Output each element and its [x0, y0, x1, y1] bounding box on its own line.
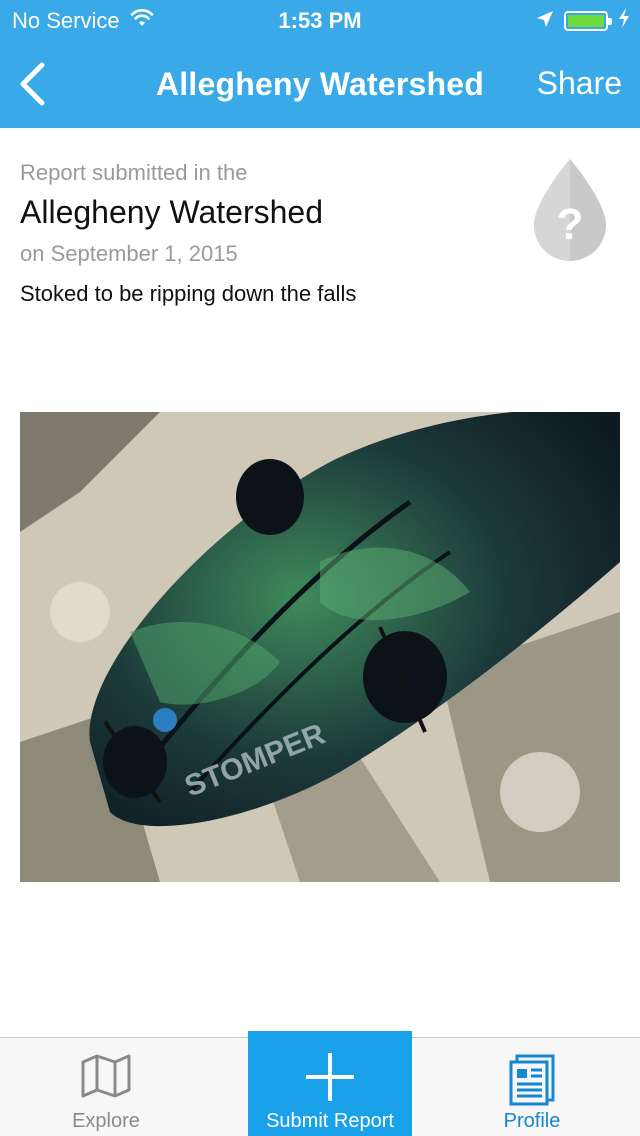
tab-profile[interactable]: Profile: [450, 1038, 614, 1136]
battery-icon: [564, 11, 612, 31]
tab-explore-label: Explore: [72, 1110, 140, 1132]
charging-bolt-icon: [618, 8, 630, 34]
tab-submit-report[interactable]: Submit Report: [248, 1031, 412, 1136]
location-arrow-icon: [536, 8, 554, 34]
svg-text:?: ?: [557, 200, 584, 249]
plus-icon: [306, 1053, 354, 1101]
tab-submit-report-label: Submit Report: [266, 1110, 394, 1132]
status-bar: No Service 1:53 PM: [0, 0, 640, 40]
tab-profile-label: Profile: [503, 1110, 561, 1132]
tab-bar: Explore Submit Report Profile: [0, 1031, 640, 1136]
status-right: [536, 8, 630, 34]
navigation-bar: Allegheny Watershed Share: [0, 40, 640, 128]
report-text: Stoked to be ripping down the falls: [20, 281, 357, 306]
report-screen: No Service 1:53 PM Allegheny Watershed S…: [0, 0, 640, 1136]
map-icon: [81, 1054, 131, 1098]
water-drop-question-icon: ?: [528, 155, 612, 263]
top-bar: No Service 1:53 PM Allegheny Watershed S…: [0, 0, 640, 128]
tab-explore[interactable]: Explore: [0, 1038, 212, 1136]
report-photo[interactable]: STOMPER: [20, 412, 620, 882]
share-button[interactable]: Share: [537, 65, 622, 102]
newspaper-icon: [509, 1054, 555, 1106]
